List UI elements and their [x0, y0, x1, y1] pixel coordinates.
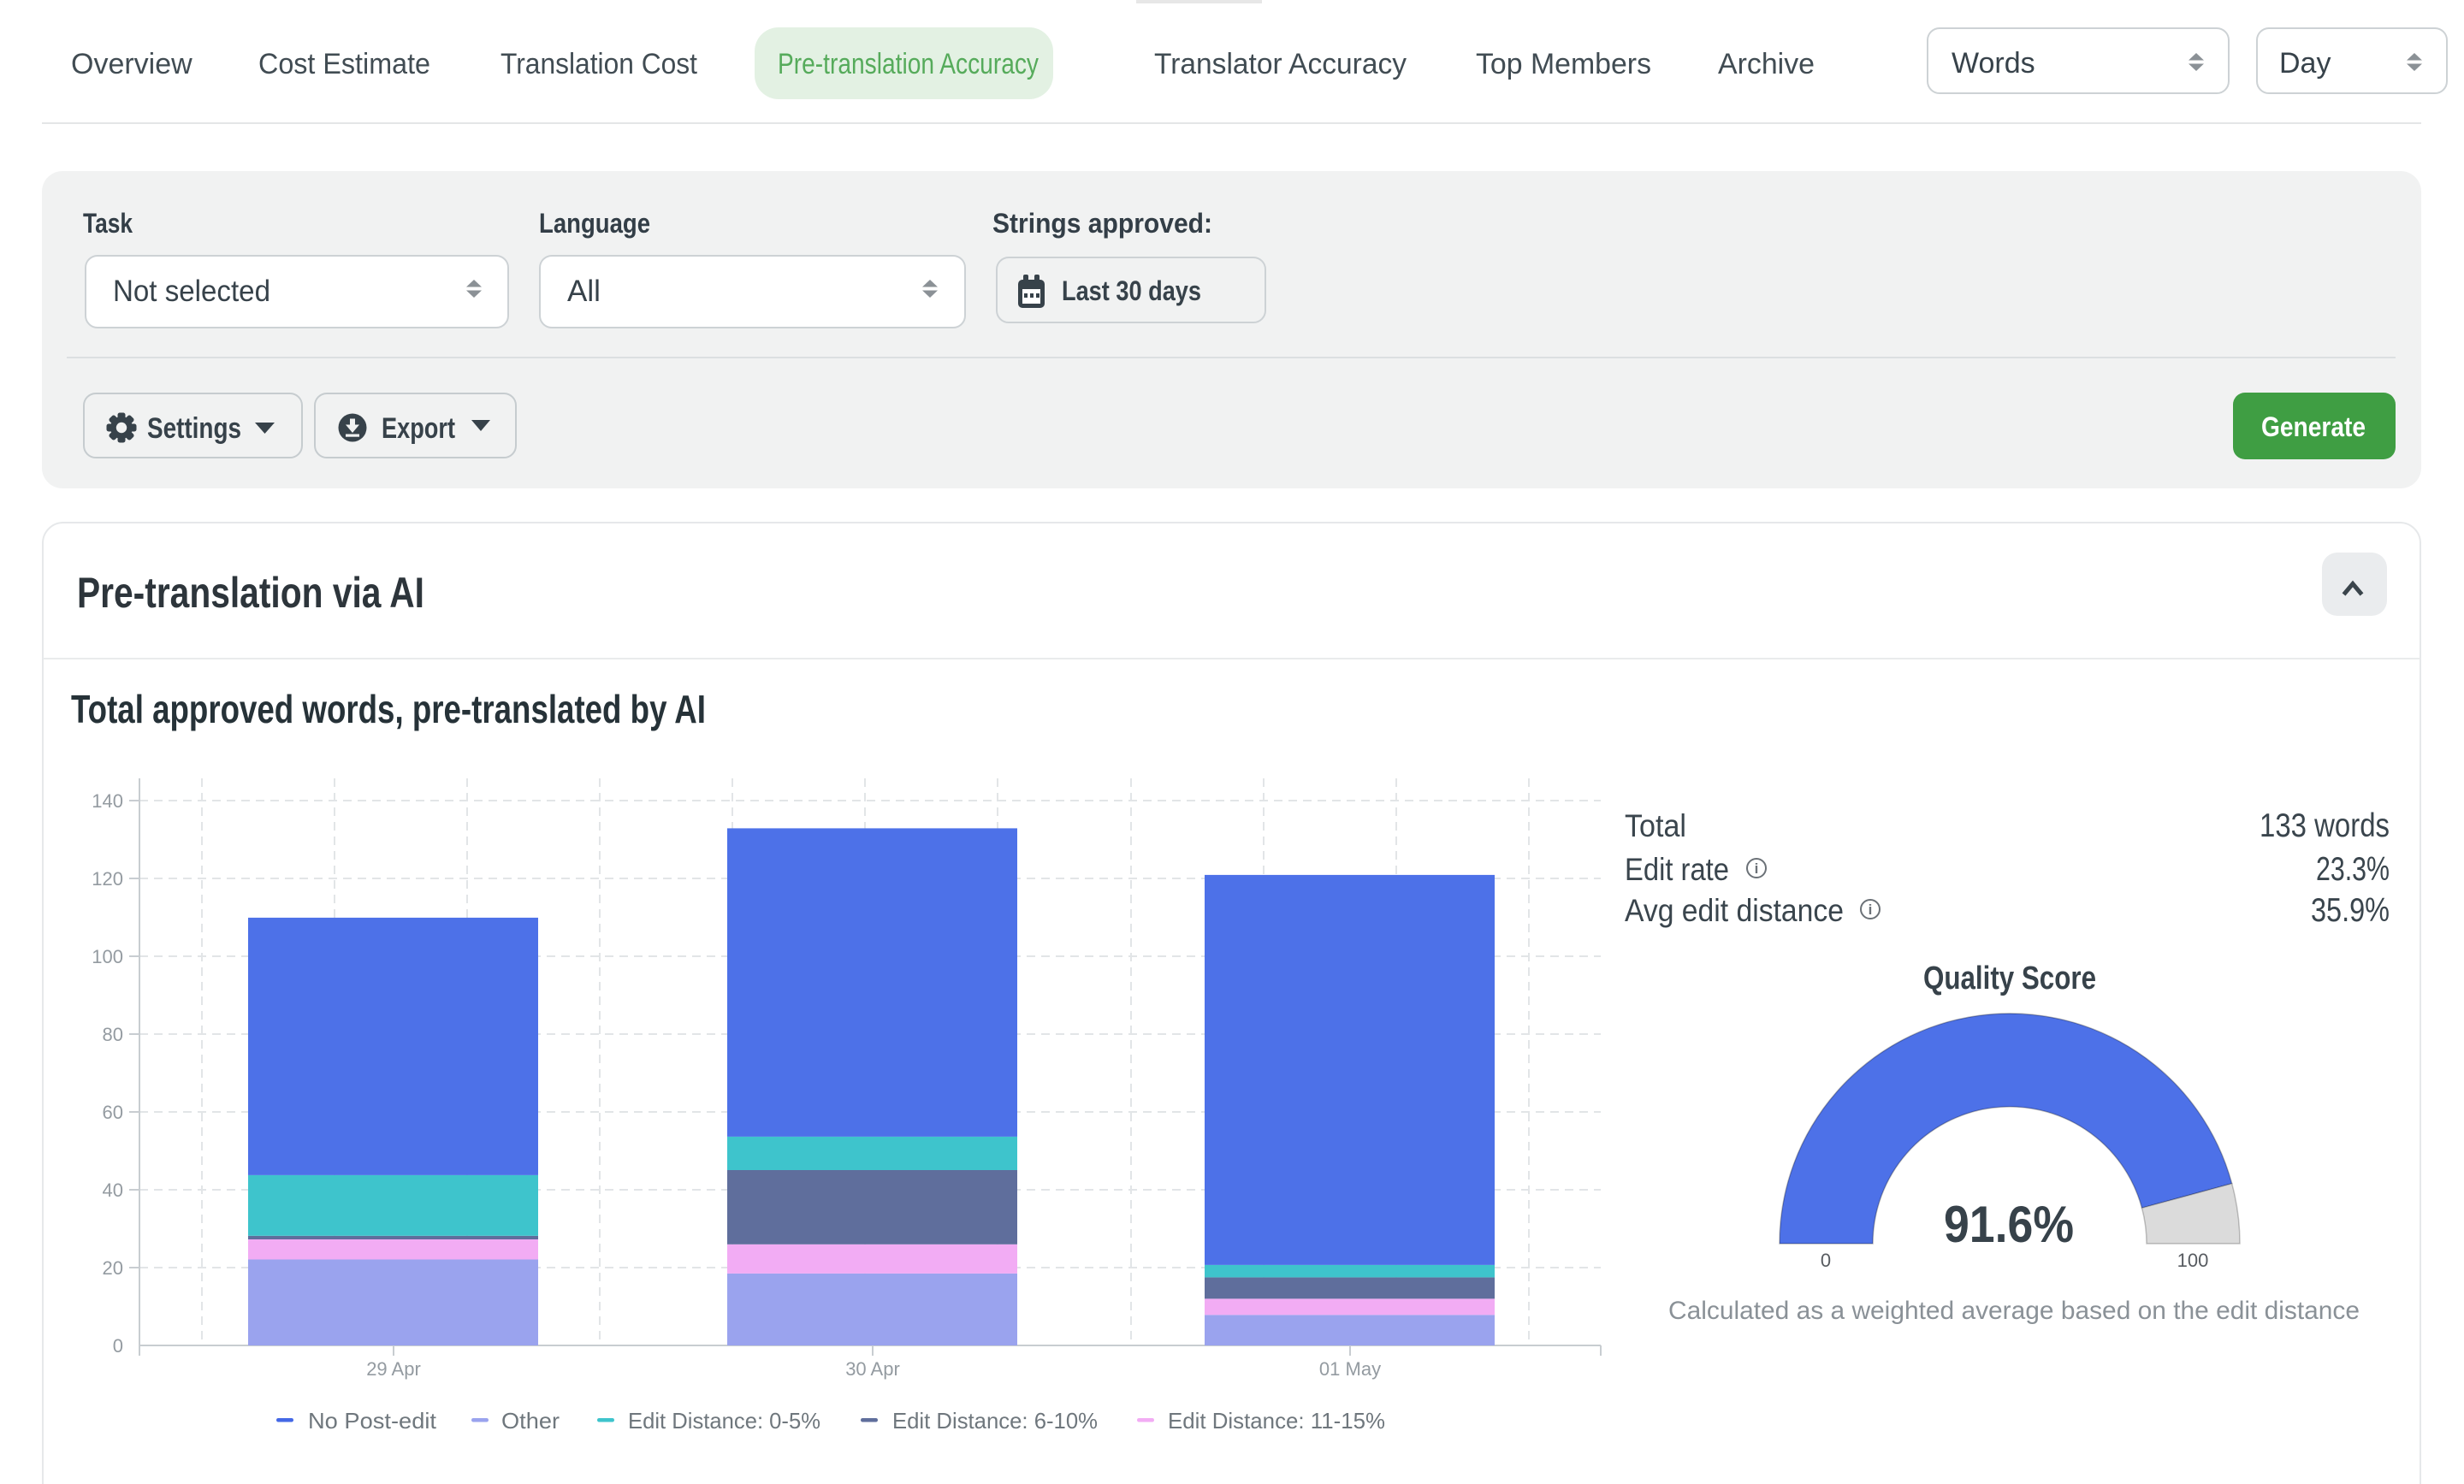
- svg-text:40: 40: [103, 1180, 123, 1201]
- svg-text:Calculated as a weighted avera: Calculated as a weighted average based o…: [1668, 1297, 2360, 1325]
- svg-text:100: 100: [92, 946, 123, 967]
- svg-text:100: 100: [2177, 1250, 2209, 1271]
- svg-text:Generate: Generate: [2261, 411, 2366, 442]
- svg-text:Cost Estimate: Cost Estimate: [258, 48, 430, 80]
- svg-text:All: All: [567, 275, 601, 308]
- svg-text:60: 60: [103, 1102, 123, 1123]
- svg-text:80: 80: [103, 1024, 123, 1045]
- svg-text:Export: Export: [382, 412, 455, 445]
- svg-text:20: 20: [103, 1257, 123, 1279]
- svg-text:Language: Language: [539, 208, 650, 239]
- svg-text:Pre-translation Accuracy: Pre-translation Accuracy: [778, 48, 1039, 80]
- svg-text:23.3%: 23.3%: [2316, 851, 2390, 888]
- svg-text:Translation Cost: Translation Cost: [500, 48, 698, 80]
- svg-text:35.9%: 35.9%: [2311, 892, 2390, 929]
- svg-text:Total: Total: [1625, 808, 1686, 843]
- svg-text:Pre-translation via AI: Pre-translation via AI: [77, 569, 424, 617]
- svg-text:Edit Distance: 6-10%: Edit Distance: 6-10%: [892, 1408, 1098, 1434]
- svg-text:Settings: Settings: [147, 412, 241, 445]
- svg-text:Total approved words, pre-tran: Total approved words, pre-translated by …: [71, 687, 706, 731]
- svg-text:Edit Distance: 11-15%: Edit Distance: 11-15%: [1168, 1408, 1385, 1434]
- svg-text:Strings approved:: Strings approved:: [992, 208, 1212, 239]
- svg-text:140: 140: [92, 790, 123, 812]
- svg-text:Overview: Overview: [71, 48, 192, 80]
- svg-text:0: 0: [113, 1335, 123, 1357]
- svg-text:Task: Task: [83, 208, 133, 239]
- svg-text:Day: Day: [2279, 47, 2331, 80]
- svg-text:i: i: [1755, 860, 1759, 877]
- svg-text:Other: Other: [501, 1408, 560, 1434]
- svg-text:i: i: [1869, 902, 1873, 918]
- svg-text:Translator Accuracy: Translator Accuracy: [1154, 48, 1407, 80]
- svg-text:0: 0: [1821, 1250, 1831, 1271]
- svg-text:No Post-edit: No Post-edit: [308, 1408, 437, 1434]
- svg-text:Last 30 days: Last 30 days: [1062, 275, 1201, 306]
- svg-text:01 May: 01 May: [1319, 1358, 1381, 1380]
- svg-text:Avg edit distance: Avg edit distance: [1625, 893, 1844, 928]
- svg-text:91.6%: 91.6%: [1944, 1196, 2074, 1253]
- svg-text:Edit Distance: 0-5%: Edit Distance: 0-5%: [628, 1408, 820, 1434]
- svg-text:133 words: 133 words: [2260, 807, 2390, 844]
- svg-text:Archive: Archive: [1718, 48, 1815, 80]
- svg-text:Quality Score: Quality Score: [1923, 961, 2096, 996]
- svg-text:120: 120: [92, 868, 123, 890]
- svg-text:29 Apr: 29 Apr: [366, 1358, 421, 1380]
- svg-text:Words: Words: [1952, 47, 2035, 80]
- svg-text:Not selected: Not selected: [113, 275, 270, 308]
- svg-text:30 Apr: 30 Apr: [845, 1358, 900, 1380]
- svg-text:Edit rate: Edit rate: [1625, 852, 1729, 887]
- svg-text:Top Members: Top Members: [1476, 48, 1651, 80]
